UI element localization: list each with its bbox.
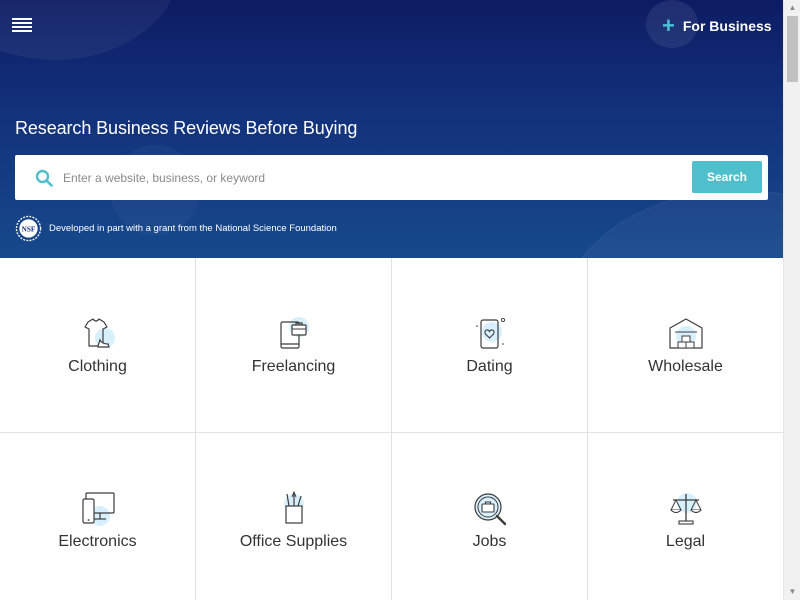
category-label: Electronics [58, 533, 137, 550]
category-tile-dating[interactable]: Dating [392, 258, 588, 433]
for-business-label: For Business [682, 18, 772, 34]
category-tile-electronics[interactable]: Electronics [0, 433, 196, 600]
category-tile-office-supplies[interactable]: Office Supplies [196, 433, 392, 600]
category-label: Legal [665, 533, 706, 550]
hero-banner: + For Business Research Business Reviews… [0, 0, 783, 258]
category-label: Wholesale [648, 358, 723, 375]
scrollbar-thumb[interactable] [787, 16, 798, 82]
search-button[interactable]: Search [692, 161, 762, 193]
category-label: Clothing [68, 358, 127, 375]
category-tile-wholesale[interactable]: Wholesale [588, 258, 783, 433]
category-tile-legal[interactable]: Legal [588, 433, 783, 600]
category-tile-freelancing[interactable]: Freelancing [196, 258, 392, 433]
category-label: Office Supplies [239, 533, 348, 550]
search-icon [35, 169, 53, 187]
scroll-up-arrow-icon[interactable]: ▲ [784, 0, 800, 16]
category-tile-clothing[interactable]: Clothing [0, 258, 196, 433]
wholesale-icon [668, 318, 703, 349]
page-title: Research Business Reviews Before Buying [15, 118, 358, 138]
category-label: Freelancing [251, 358, 336, 375]
page: + For Business Research Business Reviews… [0, 0, 783, 600]
nsf-logo: NSF [15, 215, 42, 242]
search-input[interactable] [63, 165, 683, 191]
legal-icon [669, 493, 702, 525]
hamburger-menu-icon[interactable] [12, 18, 32, 34]
office-supplies-icon [283, 490, 304, 524]
category-tile-jobs[interactable]: Jobs [392, 433, 588, 600]
jobs-icon [473, 493, 506, 526]
clothing-icon [83, 318, 115, 348]
scroll-down-arrow-icon[interactable]: ▼ [784, 584, 800, 600]
plus-icon: + [662, 13, 675, 38]
dating-icon [475, 317, 505, 349]
svg-text:NSF: NSF [22, 225, 36, 233]
electronics-icon [81, 492, 115, 526]
nsf-credit-text: Developed in part with a grant from the … [49, 223, 337, 234]
category-label: Jobs [472, 533, 507, 550]
freelancing-icon [279, 317, 309, 349]
for-business-button[interactable]: + For Business [662, 14, 772, 38]
nsf-credit: NSF Developed in part with a grant from … [15, 215, 337, 242]
decorative-circle [560, 190, 783, 258]
search-bar: Search [15, 155, 768, 200]
vertical-scrollbar[interactable]: ▲ ▼ [783, 0, 800, 600]
category-label: Dating [466, 358, 513, 375]
category-grid: Clothing Freelancing Dating Wholesale El… [0, 258, 783, 600]
